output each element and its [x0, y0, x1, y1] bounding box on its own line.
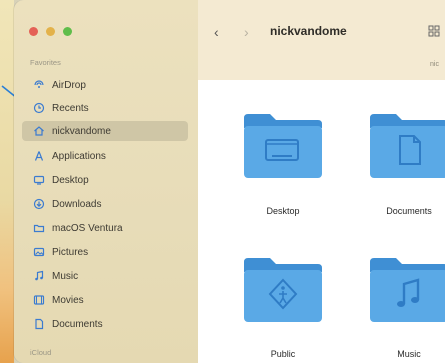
sidebar-item-documents[interactable]: Documents — [22, 314, 188, 334]
document-icon — [32, 317, 46, 331]
folder-label: Documents — [386, 206, 432, 216]
grid-view-icon[interactable] — [428, 24, 440, 42]
content-area: Desktop Documents Public Music — [198, 80, 445, 363]
folder-label: Music — [397, 349, 421, 359]
back-button[interactable]: ‹ — [214, 24, 219, 40]
window-title: nickvandome — [270, 24, 347, 38]
music-icon — [32, 269, 46, 283]
desktop-background — [0, 0, 14, 363]
toolbar: ‹ › nickvandome nic — [198, 0, 445, 80]
close-button[interactable] — [29, 27, 38, 36]
minimize-button[interactable] — [46, 27, 55, 36]
sidebar-section-icloud: iCloud — [30, 348, 52, 357]
airdrop-icon — [32, 78, 46, 92]
sidebar-item-label: AirDrop — [52, 79, 86, 91]
sidebar-item-airdrop[interactable]: AirDrop — [22, 75, 188, 95]
sidebar-item-macos-ventura[interactable]: macOS Ventura — [22, 218, 188, 238]
sidebar-item-label: Movies — [52, 294, 84, 306]
sidebar-item-label: Desktop — [52, 174, 89, 186]
sidebar-item-movies[interactable]: Movies — [22, 290, 188, 310]
folder-label: Public — [270, 349, 296, 359]
window-controls — [29, 27, 72, 36]
download-icon — [32, 197, 46, 211]
sidebar-item-applications[interactable]: Applications — [22, 146, 188, 166]
sidebar-item-label: Recents — [52, 102, 89, 114]
sidebar-item-label: Downloads — [52, 198, 102, 210]
sidebar-item-nickvandome[interactable]: nickvandome — [22, 121, 188, 141]
sidebar-item-desktop[interactable]: Desktop — [22, 170, 188, 190]
sidebar-item-music[interactable]: Music — [22, 266, 188, 286]
sidebar-item-recents[interactable]: Recents — [22, 98, 188, 118]
sidebar-section-favorites: Favorites — [30, 58, 61, 67]
desktop-icon — [32, 173, 46, 187]
folder-desktop[interactable] — [242, 112, 324, 180]
clock-icon — [32, 101, 46, 115]
sidebar-item-label: Pictures — [52, 246, 89, 258]
sidebar-item-label: Applications — [52, 150, 106, 162]
movies-icon — [32, 293, 46, 307]
zoom-button[interactable] — [63, 27, 72, 36]
folder-label: Desktop — [266, 206, 300, 216]
home-icon — [32, 124, 46, 138]
folder-public[interactable] — [242, 256, 324, 324]
sidebar-item-label: Documents — [52, 318, 103, 330]
sidebar-item-pictures[interactable]: Pictures — [22, 242, 188, 262]
forward-button[interactable]: › — [244, 24, 249, 40]
folder-icon — [32, 221, 46, 235]
sidebar-item-downloads[interactable]: Downloads — [22, 194, 188, 214]
sidebar-item-label: nickvandome — [52, 125, 111, 137]
folder-music[interactable] — [368, 256, 445, 324]
sidebar: Favorites AirDrop Recents nickvandome Ap… — [14, 0, 198, 363]
path-bar-fragment: nic — [430, 61, 439, 68]
folder-documents[interactable] — [368, 112, 445, 180]
finder-window: Favorites AirDrop Recents nickvandome Ap… — [14, 0, 445, 363]
applications-icon — [32, 149, 46, 163]
pictures-icon — [32, 245, 46, 259]
sidebar-item-label: Music — [52, 270, 79, 282]
sidebar-item-label: macOS Ventura — [52, 222, 123, 234]
